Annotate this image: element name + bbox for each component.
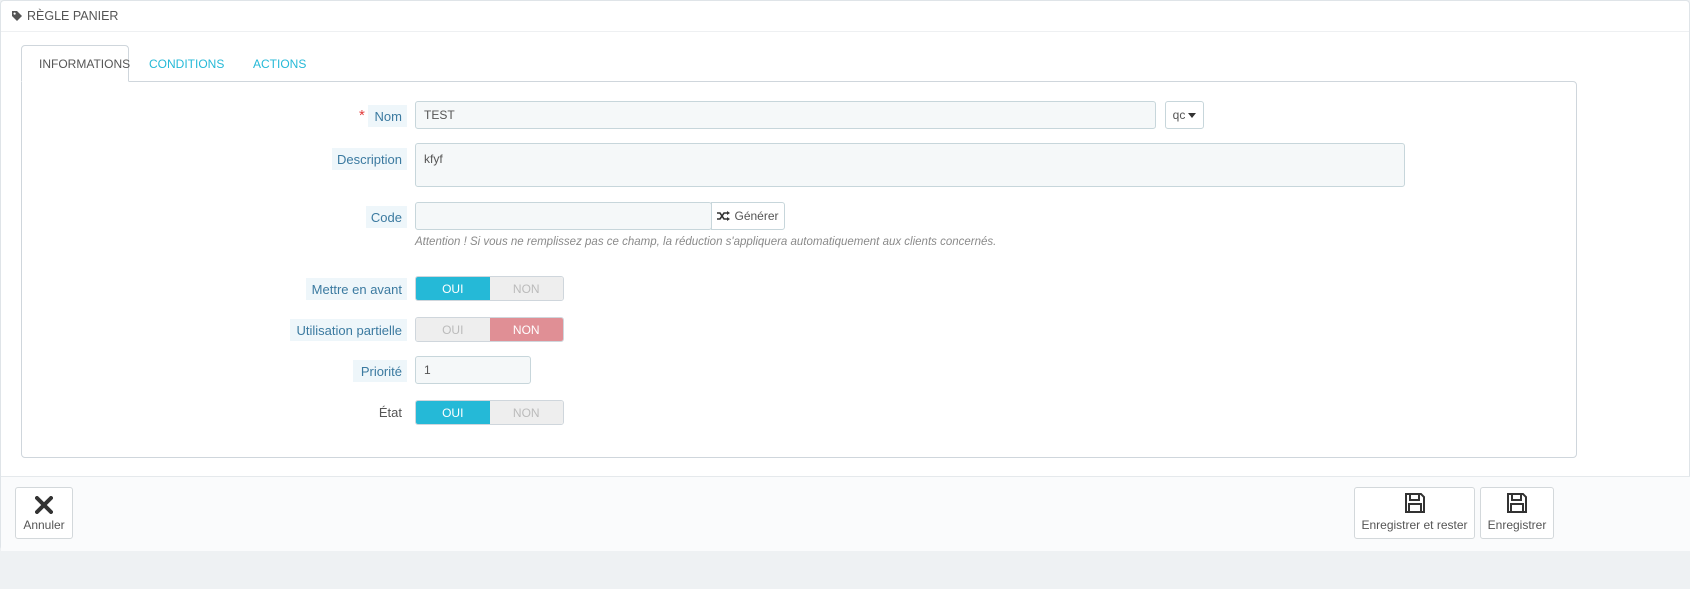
description-label: Description (332, 148, 407, 170)
tab-informations-label: INFORMATIONS (39, 56, 131, 71)
tab-conditions-label: CONDITIONS (149, 56, 225, 71)
priority-label: Priorité (353, 360, 407, 382)
save-and-stay-button[interactable]: Enregistrer et rester (1354, 487, 1475, 539)
random-icon (717, 211, 731, 221)
cart-rule-panel: RÈGLE PANIER INFORMATIONS CONDITIONS ACT… (0, 0, 1690, 551)
name-label: Nom (368, 105, 407, 127)
highlight-yes-option[interactable]: OUI (416, 277, 490, 300)
tab-informations[interactable]: INFORMATIONS (21, 45, 131, 82)
priority-input[interactable]: 1 (415, 356, 531, 384)
status-no-option[interactable]: NON (489, 401, 563, 424)
tab-actions-label: ACTIONS (253, 56, 307, 71)
status-label: État (378, 404, 402, 420)
panel-footer: Annuler Enregistrer et rester Enregistre… (1, 476, 1690, 551)
partial-use-no-option[interactable]: NON (489, 318, 563, 341)
generate-code-label: Générer (734, 209, 779, 223)
save-and-stay-label: Enregistrer et rester (1361, 518, 1468, 532)
partial-use-switch[interactable]: OUI NON (415, 317, 564, 342)
highlight-no-option[interactable]: NON (489, 277, 563, 300)
tab-bar: INFORMATIONS CONDITIONS ACTIONS (21, 45, 315, 82)
description-textarea[interactable]: kfyf (415, 143, 1405, 187)
save-label: Enregistrer (1487, 518, 1547, 532)
floppy-disk-icon (1404, 493, 1425, 513)
highlight-switch[interactable]: OUI NON (415, 276, 564, 301)
partial-use-label: Utilisation partielle (290, 319, 407, 341)
partial-use-yes-option[interactable]: OUI (416, 318, 490, 341)
tab-conditions[interactable]: CONDITIONS (131, 45, 235, 82)
status-yes-option[interactable]: OUI (416, 401, 490, 424)
informations-tab-content: * Nom TEST qc Description kfyf Code Géné… (21, 81, 1577, 458)
code-help-text: Attention ! Si vous ne remplissez pas ce… (415, 236, 997, 248)
panel-heading: RÈGLE PANIER (1, 1, 1689, 32)
panel-title: RÈGLE PANIER (27, 9, 119, 23)
status-switch[interactable]: OUI NON (415, 400, 564, 425)
cancel-label: Annuler (23, 518, 65, 532)
close-icon (35, 496, 53, 514)
tag-icon (12, 11, 22, 21)
floppy-disk-icon (1507, 493, 1527, 513)
save-button[interactable]: Enregistrer (1480, 487, 1554, 539)
caret-down-icon (1188, 112, 1197, 118)
required-marker: * (359, 107, 365, 124)
generate-code-button[interactable]: Générer (711, 202, 785, 230)
highlight-label: Mettre en avant (306, 278, 407, 300)
tab-actions[interactable]: ACTIONS (235, 45, 315, 82)
language-code: qc (1172, 108, 1186, 122)
code-input[interactable] (415, 202, 712, 230)
language-dropdown[interactable]: qc (1165, 101, 1204, 129)
name-input[interactable]: TEST (415, 101, 1156, 129)
cancel-button[interactable]: Annuler (15, 487, 73, 539)
code-label: Code (366, 206, 407, 228)
